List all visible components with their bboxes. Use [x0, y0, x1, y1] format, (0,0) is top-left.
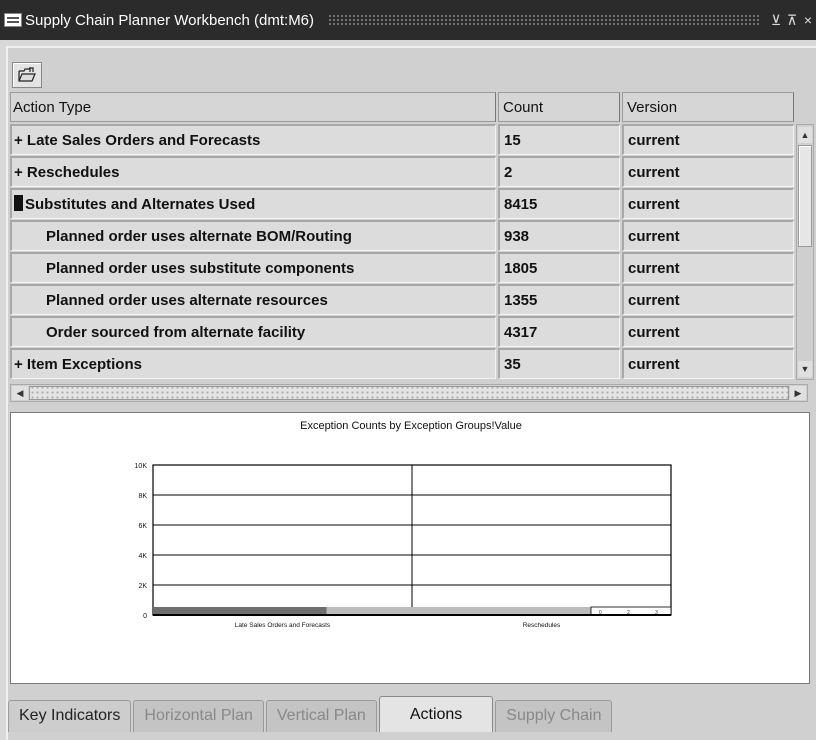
tab-actions[interactable]: Actions: [378, 696, 494, 732]
window-titlebar: Supply Chain Planner Workbench (dmt:M6) …: [0, 0, 816, 40]
y-tick-label: 4K: [138, 553, 147, 560]
tab-key-indicators[interactable]: Key Indicators: [8, 700, 132, 732]
tab-horizontal-plan[interactable]: Horizontal Plan: [133, 700, 264, 732]
vertical-scroll-thumb[interactable]: [798, 145, 812, 247]
table-row[interactable]: Planned order uses alternate resources 1…: [10, 284, 794, 315]
y-tick-label: 10K: [135, 463, 148, 470]
count-cell[interactable]: 938: [498, 220, 620, 251]
count-cell[interactable]: 35: [498, 348, 620, 379]
table-row[interactable]: Planned order uses substitute components…: [10, 252, 794, 283]
table-header: Action Type Count Version: [10, 92, 794, 122]
tab-bar: Key Indicators Horizontal Plan Vertical …: [8, 696, 614, 732]
titlebar-grip: [328, 14, 760, 26]
column-header-action-type[interactable]: Action Type: [10, 92, 496, 122]
oracle-app-icon: [4, 13, 22, 27]
version-cell[interactable]: current: [622, 124, 794, 155]
version-cell[interactable]: current: [622, 188, 794, 219]
horizontal-scroll-thumb[interactable]: [29, 386, 789, 400]
action-type-cell[interactable]: + Item Exceptions: [10, 348, 496, 379]
bar: [153, 607, 327, 615]
table-row[interactable]: + Late Sales Orders and Forecasts 15 cur…: [10, 124, 794, 155]
version-cell[interactable]: current: [622, 316, 794, 347]
collapse-icon[interactable]: [14, 195, 23, 211]
chart-title: Exception Counts by Exception Groups!Val…: [300, 420, 522, 432]
inset-scale: [590, 606, 672, 616]
x-tick-label: Late Sales Orders and Forecasts: [235, 622, 331, 629]
exception-chart-panel: Exception Counts by Exception Groups!Val…: [10, 412, 810, 684]
close-icon[interactable]: ×: [800, 12, 816, 28]
count-cell[interactable]: 4317: [498, 316, 620, 347]
table-row[interactable]: Order sourced from alternate facility 43…: [10, 316, 794, 347]
maximize-icon[interactable]: ⊼: [784, 12, 800, 29]
tab-vertical-plan[interactable]: Vertical Plan: [265, 700, 377, 732]
version-cell[interactable]: current: [622, 284, 794, 315]
scroll-right-icon[interactable]: ▶: [790, 386, 806, 400]
column-header-version[interactable]: Version: [622, 92, 794, 122]
bar-base: [326, 607, 591, 615]
window-title: Supply Chain Planner Workbench (dmt:M6): [25, 11, 315, 29]
action-type-cell[interactable]: + Reschedules: [10, 156, 496, 187]
open-folder-button[interactable]: [12, 62, 42, 88]
action-type-cell[interactable]: Planned order uses alternate resources: [10, 284, 496, 315]
count-cell[interactable]: 1805: [498, 252, 620, 283]
version-cell[interactable]: current: [622, 252, 794, 283]
table-row[interactable]: + Reschedules 2 current: [10, 156, 794, 187]
action-type-cell[interactable]: Planned order uses alternate BOM/Routing: [10, 220, 496, 251]
action-type-cell[interactable]: Order sourced from alternate facility: [10, 316, 496, 347]
version-cell[interactable]: current: [622, 220, 794, 251]
action-type-label: Substitutes and Alternates Used: [25, 196, 256, 213]
scroll-up-icon[interactable]: ▲: [798, 127, 812, 143]
minimize-icon[interactable]: ⊻: [768, 12, 784, 29]
open-folder-icon: [18, 67, 36, 82]
action-type-cell[interactable]: Substitutes and Alternates Used: [10, 188, 496, 219]
y-tick-label: 0: [143, 613, 147, 620]
scroll-down-icon[interactable]: ▼: [798, 361, 812, 377]
horizontal-scrollbar[interactable]: ◀ ▶: [10, 384, 808, 402]
table-row[interactable]: Substitutes and Alternates Used 8415 cur…: [10, 188, 794, 219]
count-cell[interactable]: 2: [498, 156, 620, 187]
y-tick-label: 2K: [138, 583, 147, 590]
action-type-cell[interactable]: Planned order uses substitute components: [10, 252, 496, 283]
version-cell[interactable]: current: [622, 156, 794, 187]
vertical-scrollbar[interactable]: ▲ ▼: [796, 124, 814, 380]
count-cell[interactable]: 8415: [498, 188, 620, 219]
action-table: + Late Sales Orders and Forecasts 15 cur…: [10, 124, 794, 380]
y-tick-label: 6K: [138, 523, 147, 530]
scroll-left-icon[interactable]: ◀: [12, 386, 28, 400]
count-cell[interactable]: 1355: [498, 284, 620, 315]
table-row[interactable]: Planned order uses alternate BOM/Routing…: [10, 220, 794, 251]
tab-supply-chain[interactable]: Supply Chain: [495, 700, 613, 732]
table-row[interactable]: + Item Exceptions 35 current: [10, 348, 794, 379]
x-tick-label: Reschedules: [523, 622, 561, 629]
version-cell[interactable]: current: [622, 348, 794, 379]
exception-chart: Exception Counts by Exception Groups!Val…: [135, 420, 672, 629]
count-cell[interactable]: 15: [498, 124, 620, 155]
action-type-cell[interactable]: + Late Sales Orders and Forecasts: [10, 124, 496, 155]
column-header-count[interactable]: Count: [498, 92, 620, 122]
y-tick-label: 8K: [138, 493, 147, 500]
